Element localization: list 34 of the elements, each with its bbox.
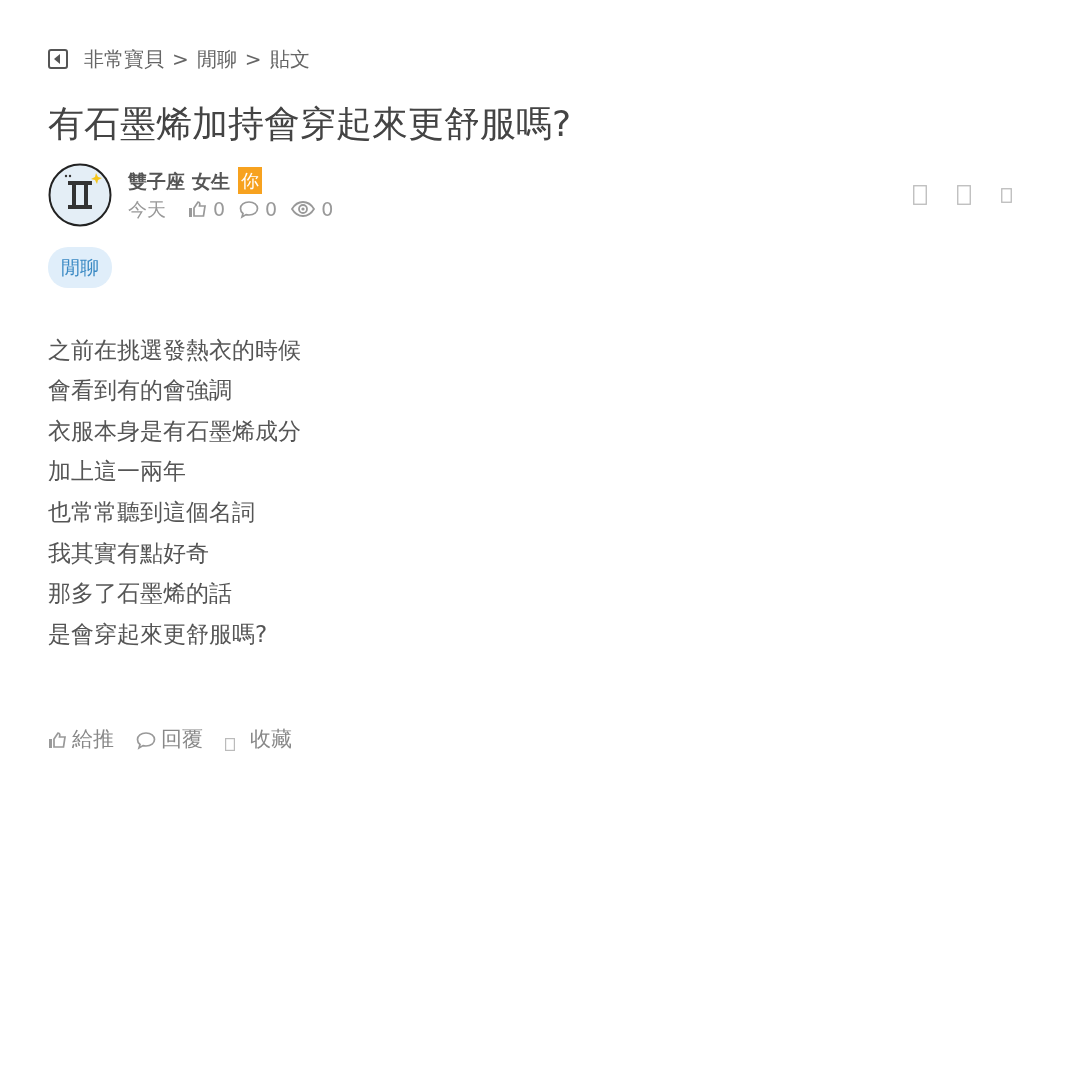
post-time: 今天 [128,197,166,223]
body-line: 也常常聽到這個名詞 [48,498,256,528]
body-line: 那多了石墨烯的話 [48,579,233,609]
body-line: 是會穿起來更舒服嗎? [48,619,269,649]
body-line: 衣服本身是有石墨烯成分 [48,416,302,446]
breadcrumb-separator: > [172,46,189,73]
breadcrumb-link[interactable]: 非常寶貝 [84,44,164,74]
post-title: 有石墨烯加持會穿起來更舒服嗎? [48,102,573,146]
body-line: 會看到有的會強調 [48,376,233,406]
body-line: 我其實有點好奇 [48,538,210,568]
you-badge: 你 [237,167,262,195]
comment-icon [239,199,260,219]
category-tag[interactable]: 閒聊 [48,247,112,288]
like-action[interactable]: 給推 [72,724,114,756]
eye-icon [291,200,316,219]
view-count: 0 [321,197,334,223]
body-line: 加上這一兩年 [48,457,187,487]
missing-glyph-icon[interactable] [913,185,927,206]
author-name: 雙子座 女生 [128,168,230,194]
body-line: 之前在挑選發熱衣的時候 [48,335,302,365]
breadcrumb-link[interactable]: 閒聊 [196,44,237,74]
thumbs-up-icon [48,731,67,750]
save-action[interactable]: 收藏 [250,724,292,756]
missing-glyph-icon[interactable] [1001,187,1012,203]
like-count: 0 [213,197,226,223]
comment-count: 0 [265,197,278,223]
comment-icon [136,730,156,750]
missing-glyph-icon [225,737,235,751]
breadcrumb-separator: > [244,46,262,73]
back-icon[interactable] [48,49,68,69]
reply-action[interactable]: 回覆 [161,724,203,756]
thumbs-up-icon [188,200,207,219]
avatar-icon [48,163,112,228]
missing-glyph-icon[interactable] [957,185,971,206]
